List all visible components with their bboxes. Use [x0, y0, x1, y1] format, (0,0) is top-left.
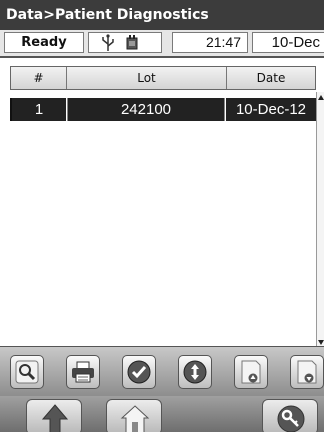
status-date: 10-Dec	[252, 32, 324, 53]
table-scrollbar[interactable]	[316, 92, 324, 348]
status-state: Ready	[4, 32, 84, 53]
row-date: 10-Dec-12	[226, 98, 316, 121]
key-icon	[277, 405, 305, 432]
print-icon	[72, 361, 94, 383]
row-number: 1	[10, 98, 66, 121]
confirm-button[interactable]	[122, 355, 156, 389]
page-down-button[interactable]	[290, 355, 324, 389]
table-row[interactable]: 1 242100 10-Dec-12	[10, 98, 316, 121]
column-header-lot[interactable]: Lot	[67, 67, 227, 89]
row-lot: 242100	[67, 98, 225, 121]
page-up-button[interactable]	[234, 355, 268, 389]
status-icons	[88, 32, 162, 53]
checkmark-icon	[127, 360, 151, 384]
print-button[interactable]	[66, 355, 100, 389]
back-arrow-icon	[41, 404, 69, 432]
lot-table: # Lot Date 1 242100 10-Dec-12	[0, 56, 324, 346]
home-icon	[120, 405, 150, 432]
back-button[interactable]	[26, 399, 82, 432]
status-bar: Ready 21:47 10-Dec	[0, 30, 324, 56]
column-header-number[interactable]: #	[11, 67, 67, 89]
table-header: # Lot Date	[10, 66, 316, 90]
usb-icon	[102, 34, 114, 51]
status-time: 21:47	[172, 32, 248, 53]
up-down-icon	[183, 360, 207, 384]
window-title: Data>Patient Diagnostics	[0, 0, 324, 30]
column-header-date[interactable]: Date	[227, 67, 315, 89]
action-toolbar	[0, 346, 324, 397]
settings-key-button[interactable]	[262, 399, 318, 432]
home-button[interactable]	[106, 399, 162, 432]
page-down-icon	[297, 360, 317, 384]
search-icon	[15, 360, 39, 384]
scroll-up-arrow-icon[interactable]	[317, 92, 324, 104]
navigation-bar	[0, 396, 324, 432]
battery-plug-icon	[126, 35, 138, 50]
search-button[interactable]	[10, 355, 44, 389]
page-up-icon	[241, 360, 261, 384]
sort-button[interactable]	[178, 355, 212, 389]
patient-diagnostics-screen: Data>Patient Diagnostics Ready 21:47 10-…	[0, 0, 324, 432]
